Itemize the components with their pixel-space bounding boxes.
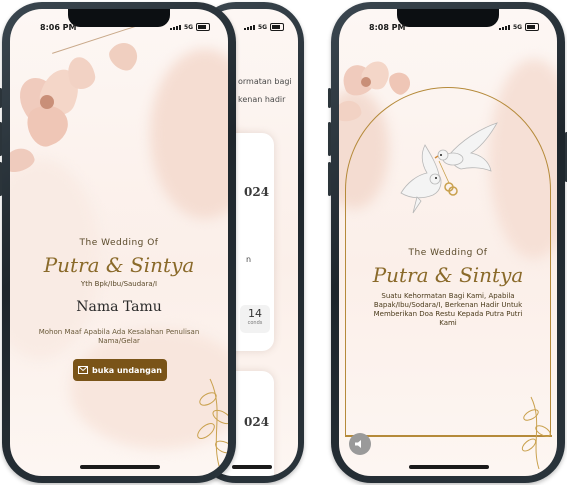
wedding-heading: The Wedding Of [408, 248, 488, 258]
phone-frame-left: 8:06 PM 5G The Wedding Of Putra & Sintya… [0, 2, 236, 483]
status-time: 8:08 PM [369, 23, 406, 32]
countdown-value: 14 [248, 307, 262, 320]
speaker-icon [355, 440, 361, 448]
envelope-icon [78, 366, 89, 374]
recipient-prefix: Yth Bpk/Ibu/Saudara/I [80, 280, 158, 288]
partial-line-1: ormatan bagi [238, 77, 292, 86]
status-icons: 5G [499, 23, 540, 31]
apology-note: Mohon Maaf Apabila Ada Kesalahan Penulis… [38, 328, 200, 345]
phone-screen-left: 8:06 PM 5G The Wedding Of Putra & Sintya… [10, 9, 228, 476]
countdown-unit: conds [247, 320, 263, 326]
status-icons: 5G [170, 23, 211, 31]
event-card-1-detail: n [246, 255, 252, 264]
event-card-2-year: 024 [244, 415, 270, 429]
invitation-text-partial: ormatan bagi kenan hadir [238, 73, 292, 109]
gold-leaf-decoration-icon [521, 396, 551, 469]
music-toggle-button[interactable] [349, 433, 371, 455]
welcome-message: Suatu Kehormatan Bagi Kami, Apabila Bapa… [373, 292, 523, 327]
status-icons: 5G [244, 23, 285, 31]
couple-names: Putra & Sintya [43, 253, 195, 277]
phone-frame-right: 8:08 PM 5G The Wedding Of Putra & Sintya… [328, 2, 567, 483]
open-invitation-button[interactable]: buka undangan [73, 359, 167, 381]
guest-name: Nama Tamu [76, 299, 162, 315]
countdown-box: 14 conds [240, 305, 270, 333]
event-card-1-year: 024 [244, 185, 270, 199]
wedding-heading: The Wedding Of [79, 238, 159, 248]
couple-names: Putra & Sintya [372, 263, 524, 287]
phone-screen-right: 8:08 PM 5G The Wedding Of Putra & Sintya… [339, 9, 557, 476]
partial-line-2: kenan hadir [238, 95, 286, 104]
open-invitation-label: buka undangan [92, 365, 162, 375]
gold-leaf-decoration-icon [197, 378, 228, 469]
status-time: 8:06 PM [40, 23, 77, 32]
doves-with-rings-icon [400, 122, 498, 214]
